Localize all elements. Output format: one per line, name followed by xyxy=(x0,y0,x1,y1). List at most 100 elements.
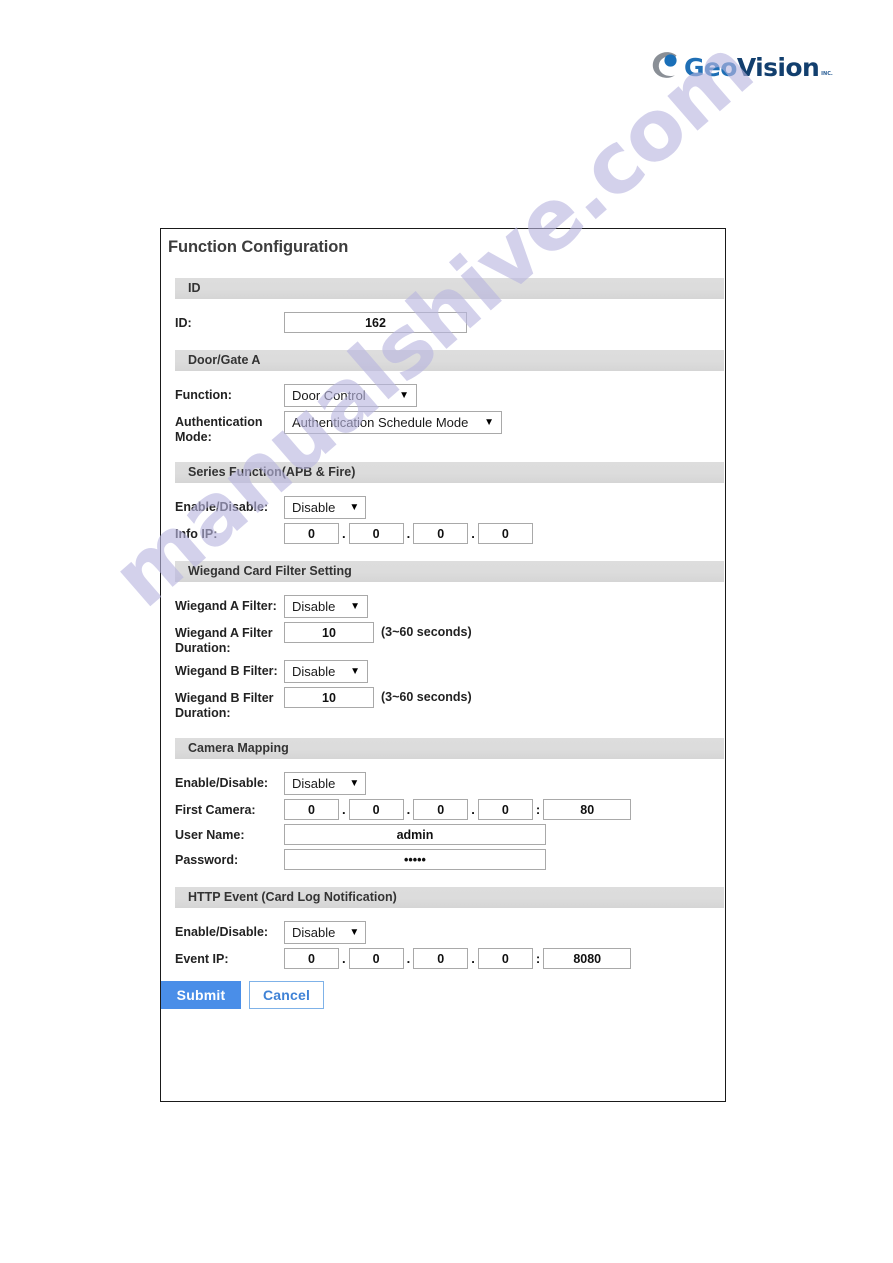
series-enable-disable-select[interactable]: Disable ▼ xyxy=(284,496,366,519)
geovision-logo: GeoVision INC. xyxy=(648,46,833,88)
row-wiegand-a-filter: Wiegand A Filter: Disable ▼ xyxy=(161,595,725,618)
row-camera-enable-disable: Enable/Disable: Disable ▼ xyxy=(161,772,725,795)
wiegand-a-duration-input[interactable]: 10 xyxy=(284,622,374,643)
label-wiegand-a-duration: Wiegand A Filter Duration: xyxy=(175,626,273,655)
section-header-series-function: Series Function(APB & Fire) xyxy=(175,462,724,483)
chevron-down-icon: ▼ xyxy=(350,665,360,677)
submit-button[interactable]: Submit xyxy=(161,981,241,1009)
row-wiegand-b-duration: Wiegand B Filter Duration: 10 (3~60 seco… xyxy=(161,687,725,721)
section-header-camera-mapping: Camera Mapping xyxy=(175,738,724,759)
ip-separator-dot: . xyxy=(406,802,411,817)
page-title: Function Configuration xyxy=(168,238,349,256)
geovision-wordmark: GeoVision INC. xyxy=(684,55,835,80)
logo-text-geo: Geo xyxy=(684,52,737,82)
label-info-ip: Info IP: xyxy=(175,527,218,541)
ip-separator-dot: . xyxy=(471,951,475,966)
row-password: Password: ••••• xyxy=(161,849,725,870)
row-wiegand-b-filter: Wiegand B Filter: Disable ▼ xyxy=(161,660,725,683)
label-wiegand-a-filter: Wiegand A Filter: xyxy=(175,599,277,613)
user-name-input[interactable]: admin xyxy=(284,824,546,845)
row-info-ip: Info IP: 0 . 0 . 0 . 0 xyxy=(161,523,725,544)
event-ip-group: 0 . 0 . 0 . 0 : 8080 xyxy=(284,948,632,969)
label-http-enable-disable: Enable/Disable: xyxy=(175,925,269,939)
ip-separator-dot: . xyxy=(406,951,411,966)
chevron-down-icon: ▼ xyxy=(349,501,360,513)
section-header-http-event: HTTP Event (Card Log Notification) xyxy=(175,887,724,908)
logo-tagline: INC. xyxy=(821,71,833,77)
first-camera-port-input[interactable]: 80 xyxy=(543,799,632,820)
ip-separator-dot: . xyxy=(406,526,411,541)
form-action-buttons: Submit Cancel xyxy=(161,981,725,1009)
event-ip-octet-1[interactable]: 0 xyxy=(284,948,339,969)
first-camera-octet-3[interactable]: 0 xyxy=(413,799,469,820)
label-event-ip: Event IP: xyxy=(175,952,229,966)
info-ip-octet-3[interactable]: 0 xyxy=(413,523,469,544)
first-camera-octet-2[interactable]: 0 xyxy=(348,799,404,820)
ip-separator-dot: . xyxy=(342,802,346,817)
ip-separator-colon: : xyxy=(535,951,541,966)
first-camera-ip-group: 0 . 0 . 0 . 0 : 80 xyxy=(284,799,632,820)
row-first-camera: First Camera: 0 . 0 . 0 . 0 : 80 xyxy=(161,799,725,820)
row-user-name: User Name: admin xyxy=(161,824,725,845)
chevron-down-icon: ▼ xyxy=(349,777,360,789)
label-authentication-mode: Authentication Mode: xyxy=(175,415,263,444)
function-select[interactable]: Door Control ▼ xyxy=(284,384,417,407)
first-camera-octet-1[interactable]: 0 xyxy=(284,799,339,820)
label-password: Password: xyxy=(175,853,239,867)
wiegand-b-duration-hint: (3~60 seconds) xyxy=(381,690,472,704)
ip-separator-dot: . xyxy=(342,526,346,541)
wiegand-b-duration-input[interactable]: 10 xyxy=(284,687,374,708)
camera-enable-disable-value: Disable xyxy=(292,776,336,791)
label-wiegand-b-duration: Wiegand B Filter Duration: xyxy=(175,691,274,720)
label-first-camera: First Camera: xyxy=(175,803,256,817)
section-header-wiegand-card-filter: Wiegand Card Filter Setting xyxy=(175,561,724,582)
wiegand-b-filter-select[interactable]: Disable ▼ xyxy=(284,660,368,683)
chevron-down-icon: ▼ xyxy=(399,389,409,401)
function-select-value: Door Control xyxy=(292,388,366,403)
id-input[interactable]: 162 xyxy=(284,312,467,333)
row-http-enable-disable: Enable/Disable: Disable ▼ xyxy=(161,921,725,944)
ip-separator-dot: . xyxy=(342,951,346,966)
info-ip-octet-1[interactable]: 0 xyxy=(284,523,339,544)
http-enable-disable-value: Disable xyxy=(292,925,336,940)
section-header-id: ID xyxy=(175,278,724,299)
label-wiegand-b-filter: Wiegand B Filter: xyxy=(175,664,278,678)
cancel-button[interactable]: Cancel xyxy=(249,981,324,1009)
row-wiegand-a-duration: Wiegand A Filter Duration: 10 (3~60 seco… xyxy=(161,622,725,656)
row-event-ip: Event IP: 0 . 0 . 0 . 0 : 8080 xyxy=(161,948,725,969)
row-function: Function: Door Control ▼ xyxy=(161,384,725,407)
event-ip-port-input[interactable]: 8080 xyxy=(543,948,632,969)
authentication-mode-select[interactable]: Authentication Schedule Mode ▼ xyxy=(284,411,502,434)
info-ip-group: 0 . 0 . 0 . 0 xyxy=(284,523,533,544)
event-ip-octet-4[interactable]: 0 xyxy=(477,948,533,969)
password-input[interactable]: ••••• xyxy=(284,849,546,870)
label-user-name: User Name: xyxy=(175,828,245,842)
chevron-down-icon: ▼ xyxy=(349,926,360,938)
ip-separator-dot: . xyxy=(471,802,475,817)
authentication-mode-select-value: Authentication Schedule Mode xyxy=(292,415,469,430)
chevron-down-icon: ▼ xyxy=(350,600,360,612)
wiegand-a-filter-value: Disable xyxy=(292,599,336,614)
logo-text-vision: Vision xyxy=(736,52,820,82)
label-function: Function: xyxy=(175,388,232,402)
event-ip-octet-3[interactable]: 0 xyxy=(413,948,469,969)
info-ip-octet-4[interactable]: 0 xyxy=(477,523,533,544)
wiegand-a-duration-hint: (3~60 seconds) xyxy=(381,625,472,639)
function-configuration-panel: Function Configuration ID ID: 162 Door/G… xyxy=(160,228,726,1102)
event-ip-octet-2[interactable]: 0 xyxy=(348,948,404,969)
label-camera-enable-disable: Enable/Disable: xyxy=(175,776,269,790)
chevron-down-icon: ▼ xyxy=(484,416,494,428)
ip-separator-dot: . xyxy=(471,526,475,541)
panel-body: ID ID: 162 Door/Gate A Function: Door Co… xyxy=(161,257,725,1009)
ip-separator-colon: : xyxy=(535,802,541,817)
section-header-door-gate-a: Door/Gate A xyxy=(175,350,724,371)
series-enable-disable-value: Disable xyxy=(292,500,336,515)
label-series-enable-disable: Enable/Disable: xyxy=(175,500,269,514)
info-ip-octet-2[interactable]: 0 xyxy=(348,523,404,544)
first-camera-octet-4[interactable]: 0 xyxy=(477,799,533,820)
geovision-swoosh-icon xyxy=(648,50,682,84)
camera-enable-disable-select[interactable]: Disable ▼ xyxy=(284,772,366,795)
row-series-enable-disable: Enable/Disable: Disable ▼ xyxy=(161,496,725,519)
http-enable-disable-select[interactable]: Disable ▼ xyxy=(284,921,366,944)
wiegand-a-filter-select[interactable]: Disable ▼ xyxy=(284,595,368,618)
